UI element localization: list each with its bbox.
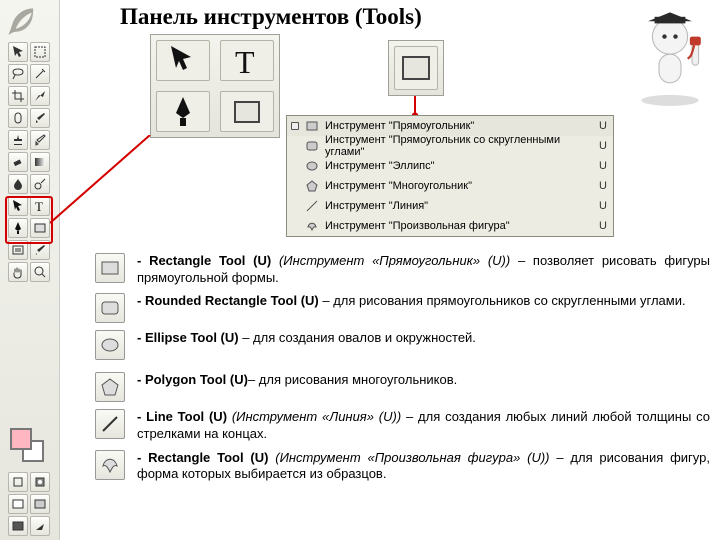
line-icon	[95, 409, 125, 439]
desc-text: - Rectangle Tool (U) (Инструмент «Прямоу…	[137, 253, 710, 286]
type-tool[interactable]: T	[30, 196, 50, 216]
rounded-rect-icon	[305, 139, 319, 153]
custom-shape-icon	[305, 219, 319, 233]
shape-tool[interactable]	[30, 218, 50, 238]
notes-tool[interactable]	[8, 240, 28, 260]
slice-tool[interactable]	[30, 86, 50, 106]
menu-item-shortcut: U	[599, 180, 607, 192]
menu-item-label: Инструмент "Прямоугольник со скругленным…	[325, 134, 593, 158]
callout-pen-icon	[156, 91, 210, 132]
menu-item-label: Инструмент "Многоугольник"	[325, 180, 593, 192]
desc-ellipse: - Ellipse Tool (U) – для создания овалов…	[95, 330, 710, 360]
desc-custom-shape: - Rectangle Tool (U) (Инструмент «Произв…	[95, 450, 710, 483]
custom-shape-icon	[95, 450, 125, 480]
callout-type-icon: T	[220, 40, 274, 81]
eyedropper-tool[interactable]	[30, 240, 50, 260]
screen-mode-1[interactable]	[8, 494, 28, 514]
page-title: Панель инструментов (Tools)	[120, 4, 422, 30]
rectangle-icon	[95, 253, 125, 283]
menu-item-shortcut: U	[599, 220, 607, 232]
menu-item-shortcut: U	[599, 200, 607, 212]
callout-shape-icon-2	[394, 46, 438, 90]
foreground-color-swatch[interactable]	[10, 428, 32, 450]
zoom-shape-callout	[388, 40, 444, 96]
path-select-tool[interactable]	[8, 196, 28, 216]
screen-mode-3[interactable]	[8, 516, 28, 536]
stamp-tool[interactable]	[8, 130, 28, 150]
active-dot-icon	[291, 122, 299, 130]
mascot-graduate-icon	[626, 8, 714, 110]
gradient-tool[interactable]	[30, 152, 50, 172]
healing-brush-tool[interactable]	[8, 108, 28, 128]
mode-buttons-grid	[8, 472, 50, 536]
desc-text: - Ellipse Tool (U) – для создания овалов…	[137, 330, 710, 347]
polygon-icon	[95, 372, 125, 402]
menu-item-shortcut: U	[599, 120, 607, 132]
shape-tool-flyout-menu: Инструмент "Прямоугольник" U Инструмент …	[286, 115, 614, 237]
svg-text:T: T	[235, 44, 255, 79]
menu-item-rectangle[interactable]: Инструмент "Прямоугольник" U	[287, 116, 613, 136]
menu-item-label: Инструмент "Линия"	[325, 200, 593, 212]
screen-mode-2[interactable]	[30, 494, 50, 514]
menu-item-shortcut: U	[599, 140, 607, 152]
menu-item-custom-shape[interactable]: Инструмент "Произвольная фигура" U	[287, 216, 613, 236]
callout-path-select-icon	[156, 40, 210, 81]
eraser-tool[interactable]	[8, 152, 28, 172]
tool-buttons-grid: T	[8, 42, 50, 282]
photoshop-toolbar: T	[0, 0, 60, 540]
dodge-tool[interactable]	[30, 174, 50, 194]
ellipse-icon	[305, 159, 319, 173]
menu-item-ellipse[interactable]: Инструмент "Эллипс" U	[287, 156, 613, 176]
callout-shape-icon	[220, 91, 274, 132]
jump-to[interactable]	[30, 516, 50, 536]
history-brush-tool[interactable]	[30, 130, 50, 150]
move-tool[interactable]	[8, 42, 28, 62]
menu-item-label: Инструмент "Прямоугольник"	[325, 120, 593, 132]
desc-text: - Rectangle Tool (U) (Инструмент «Произв…	[137, 450, 710, 483]
blur-tool[interactable]	[8, 174, 28, 194]
magic-wand-tool[interactable]	[30, 64, 50, 84]
desc-text: - Polygon Tool (U)– для рисования многоу…	[137, 372, 710, 389]
desc-text: - Line Tool (U) (Инструмент «Линия» (U))…	[137, 409, 710, 442]
brush-tool[interactable]	[30, 108, 50, 128]
rounded-rect-icon	[95, 293, 125, 323]
desc-text: - Rounded Rectangle Tool (U) – для рисов…	[137, 293, 710, 310]
rectangle-icon	[305, 119, 319, 133]
ellipse-icon	[95, 330, 125, 360]
tool-descriptions: - Rectangle Tool (U) (Инструмент «Прямоу…	[95, 253, 710, 490]
hand-tool[interactable]	[8, 262, 28, 282]
line-icon	[305, 199, 319, 213]
marquee-tool[interactable]	[30, 42, 50, 62]
polygon-icon	[305, 179, 319, 193]
pen-tool[interactable]	[8, 218, 28, 238]
quickmask-mode[interactable]	[30, 472, 50, 492]
menu-item-shortcut: U	[599, 160, 607, 172]
menu-item-rounded-rect[interactable]: Инструмент "Прямоугольник со скругленным…	[287, 136, 613, 156]
desc-rounded-rect: - Rounded Rectangle Tool (U) – для рисов…	[95, 293, 710, 323]
crop-tool[interactable]	[8, 86, 28, 106]
app-logo-feather-icon	[4, 4, 54, 38]
desc-rectangle: - Rectangle Tool (U) (Инструмент «Прямоу…	[95, 253, 710, 286]
lasso-tool[interactable]	[8, 64, 28, 84]
svg-text:T: T	[35, 199, 43, 213]
menu-item-label: Инструмент "Эллипс"	[325, 160, 593, 172]
zoom-tools-callout: T	[150, 34, 280, 138]
menu-item-polygon[interactable]: Инструмент "Многоугольник" U	[287, 176, 613, 196]
desc-polygon: - Polygon Tool (U)– для рисования многоу…	[95, 372, 710, 402]
menu-item-line[interactable]: Инструмент "Линия" U	[287, 196, 613, 216]
callout-arrow-1	[50, 135, 160, 245]
zoom-tool[interactable]	[30, 262, 50, 282]
standard-mode[interactable]	[8, 472, 28, 492]
menu-item-label: Инструмент "Произвольная фигура"	[325, 220, 593, 232]
desc-line: - Line Tool (U) (Инструмент «Линия» (U))…	[95, 409, 710, 442]
